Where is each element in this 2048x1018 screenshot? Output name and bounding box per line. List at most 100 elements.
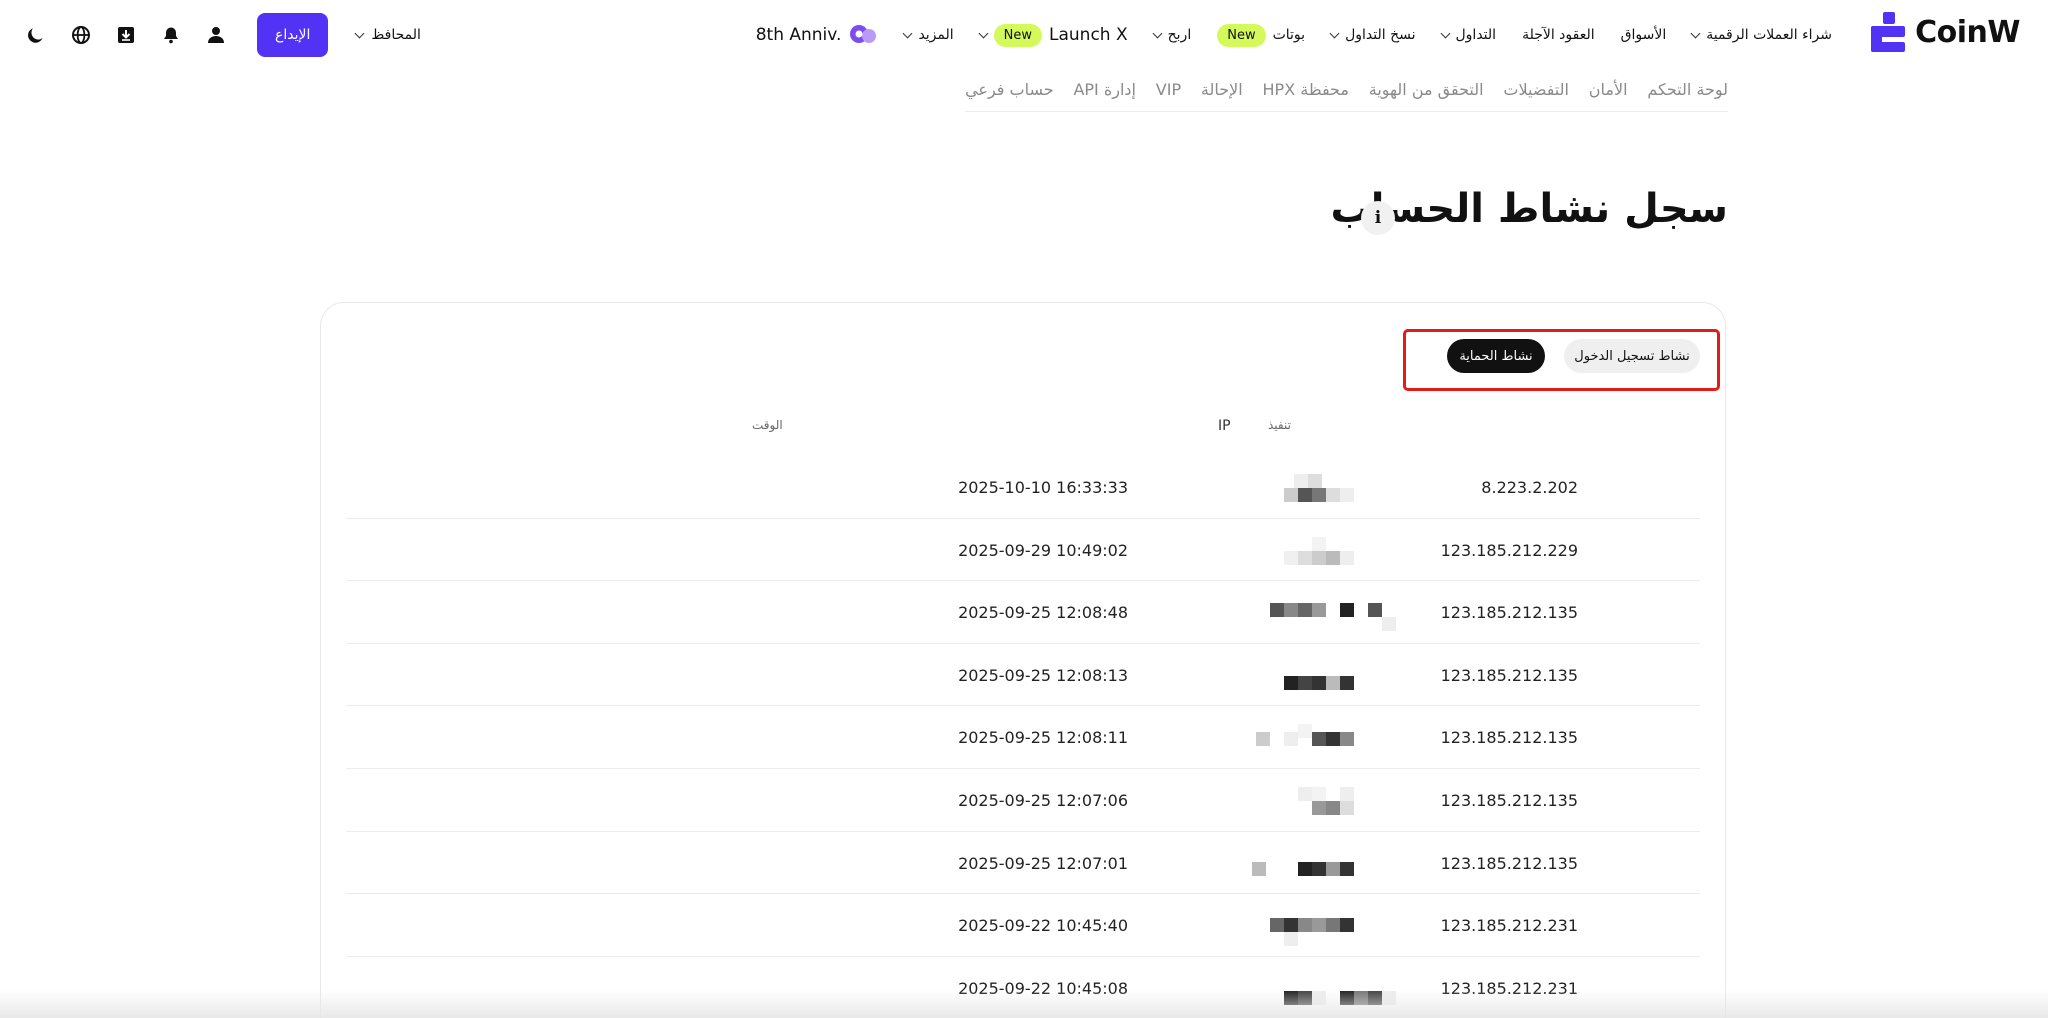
nav-item-4[interactable]: نسخ التداول bbox=[1329, 27, 1416, 43]
nav-item-7[interactable]: Launch X New bbox=[978, 23, 1128, 47]
pixel-block bbox=[1340, 918, 1354, 933]
pixel-block bbox=[1284, 732, 1298, 747]
nav-item-label: العقود الآجلة bbox=[1522, 27, 1595, 43]
header-actions: الإيداع المحافظ bbox=[24, 13, 421, 57]
moon-icon[interactable] bbox=[24, 23, 48, 47]
ip-cell: 123.185.212.135 bbox=[1440, 665, 1578, 685]
anniversary-icon bbox=[848, 22, 878, 48]
nav-item-8[interactable]: المزيد bbox=[902, 27, 954, 43]
tab-login-activity[interactable]: نشاط تسجيل الدخول bbox=[1564, 339, 1700, 373]
nav-item-9[interactable]: 8th Anniv. bbox=[756, 22, 879, 48]
pixel-block bbox=[1340, 732, 1354, 747]
table-row: 123.185.212.231 2025-09-22 10:45:08 bbox=[346, 957, 1700, 1018]
pixel-block bbox=[1340, 550, 1354, 565]
subtab-1[interactable]: الأمان bbox=[1589, 80, 1628, 99]
ip-cell: 123.185.212.229 bbox=[1440, 540, 1578, 560]
pixel-block bbox=[1312, 990, 1326, 1005]
execution-pixelated bbox=[1256, 786, 1386, 817]
pixel-block bbox=[1340, 800, 1354, 815]
pixel-block bbox=[1312, 603, 1326, 618]
nav-item-3[interactable]: التداول bbox=[1440, 27, 1497, 43]
pixel-block bbox=[1298, 488, 1312, 502]
execution-pixelated bbox=[1256, 662, 1386, 692]
table-row: 8.223.2.202 2025-10-10 16:33:33 bbox=[346, 456, 1700, 519]
pixel-block bbox=[1270, 918, 1284, 933]
pixel-block bbox=[1294, 474, 1308, 488]
subtab-5[interactable]: الإحالة bbox=[1201, 80, 1243, 99]
subtab-6[interactable]: VIP bbox=[1156, 80, 1181, 99]
pixel-block bbox=[1340, 786, 1354, 801]
account-subnav: لوحة التحكم الأمان التفضيلات التحقق من الهو… bbox=[965, 80, 1728, 112]
chevron-down-icon bbox=[1152, 28, 1163, 38]
ip-cell: 123.185.212.231 bbox=[1440, 916, 1578, 936]
nav-item-label: نسخ التداول bbox=[1345, 27, 1416, 43]
activity-table: 8.223.2.202 2025-10-10 16:33:33 123.185.21… bbox=[346, 456, 1700, 1018]
deposit-button[interactable]: الإيداع bbox=[257, 13, 329, 57]
time-cell: 2025-09-25 12:07:06 bbox=[958, 790, 1128, 810]
chevron-down-icon bbox=[354, 28, 365, 38]
pixel-block bbox=[1340, 603, 1354, 618]
pixel-block bbox=[1326, 550, 1340, 565]
ip-cell: 123.185.212.135 bbox=[1440, 790, 1578, 810]
subtab-0[interactable]: لوحة التحكم bbox=[1647, 80, 1728, 99]
nav-item-2[interactable]: العقود الآجلة bbox=[1522, 27, 1595, 43]
globe-icon[interactable] bbox=[69, 23, 93, 47]
column-header-execution: تنفيذ bbox=[1268, 418, 1291, 432]
subtab-4[interactable]: محفظة HPX bbox=[1263, 80, 1349, 99]
info-icon[interactable]: i bbox=[1361, 201, 1395, 235]
nav-item-0[interactable]: شراء العملات الرقمية bbox=[1690, 27, 1832, 43]
time-cell: 2025-09-25 12:08:13 bbox=[958, 665, 1128, 685]
nav-item-label: Launch X bbox=[1049, 25, 1128, 45]
execution-pixelated bbox=[1256, 536, 1386, 567]
subtab-8[interactable]: حساب فرعي bbox=[965, 80, 1054, 99]
wallets-menu[interactable]: المحافظ bbox=[354, 27, 421, 43]
nav-item-5[interactable]: بوتات New bbox=[1217, 23, 1305, 47]
time-cell: 2025-09-22 10:45:40 bbox=[958, 916, 1128, 936]
pixel-block bbox=[1298, 724, 1312, 739]
time-cell: 2025-09-25 12:08:11 bbox=[958, 728, 1128, 748]
pixel-block bbox=[1326, 918, 1340, 933]
pixel-block bbox=[1284, 918, 1298, 933]
chevron-down-icon bbox=[978, 28, 989, 38]
nav-item-label: التداول bbox=[1455, 27, 1497, 43]
nav-item-1[interactable]: الأسواق bbox=[1621, 27, 1667, 43]
pixel-block bbox=[1284, 932, 1298, 947]
time-cell: 2025-09-22 10:45:08 bbox=[958, 978, 1128, 998]
table-row: 123.185.212.135 2025-09-25 12:08:13 bbox=[346, 644, 1700, 707]
subtab-7[interactable]: إدارة API bbox=[1073, 80, 1136, 99]
chevron-down-icon bbox=[1690, 28, 1701, 38]
execution-pixelated bbox=[1256, 975, 1396, 1005]
pixel-block bbox=[1382, 990, 1396, 1005]
pixel-block bbox=[1326, 861, 1340, 876]
pixel-block bbox=[1284, 603, 1298, 618]
pixel-block bbox=[1298, 786, 1312, 801]
coinw-logo[interactable]: CoinW bbox=[1871, 12, 2020, 52]
pixel-block bbox=[1298, 603, 1312, 618]
pixel-block bbox=[1298, 550, 1312, 565]
new-badge: New bbox=[993, 23, 1043, 47]
tab-protection-activity[interactable]: نشاط الحماية bbox=[1447, 339, 1545, 373]
ip-cell: 123.185.212.135 bbox=[1440, 853, 1578, 873]
pixel-block bbox=[1312, 861, 1326, 876]
pixel-block bbox=[1368, 990, 1382, 1005]
pixel-block bbox=[1312, 488, 1326, 502]
pixel-block bbox=[1312, 536, 1326, 551]
new-badge: New bbox=[1217, 23, 1266, 47]
download-icon[interactable] bbox=[114, 23, 138, 47]
pixel-block bbox=[1308, 474, 1322, 488]
pixel-block bbox=[1312, 800, 1326, 815]
pixel-block bbox=[1256, 732, 1270, 747]
subtab-2[interactable]: التفضيلات bbox=[1503, 80, 1569, 99]
nav-item-6[interactable]: اربح bbox=[1152, 27, 1191, 43]
coinw-logo-icon bbox=[1871, 12, 1906, 52]
user-icon[interactable] bbox=[204, 23, 228, 47]
execution-pixelated bbox=[1256, 724, 1386, 754]
ip-cell: 123.185.212.135 bbox=[1440, 603, 1578, 623]
time-cell: 2025-09-29 10:49:02 bbox=[958, 540, 1128, 560]
pixel-block bbox=[1284, 675, 1298, 690]
pixel-block bbox=[1340, 861, 1354, 876]
bell-icon[interactable] bbox=[159, 23, 183, 47]
subtab-3[interactable]: التحقق من الهوية bbox=[1369, 80, 1484, 99]
pixel-block bbox=[1326, 800, 1340, 815]
time-cell: 2025-10-10 16:33:33 bbox=[958, 478, 1128, 497]
